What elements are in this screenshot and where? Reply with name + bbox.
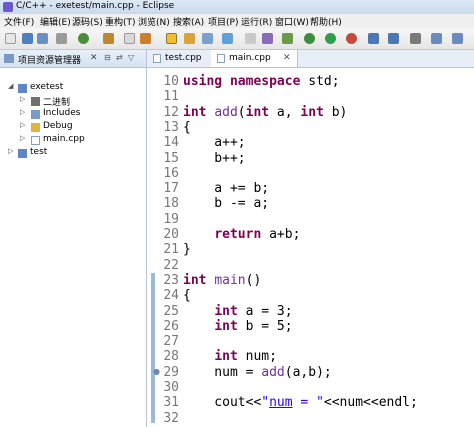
- tree-item-includes[interactable]: ▷ Includes: [20, 108, 138, 121]
- code-text[interactable]: int add(int a, int b): [183, 103, 347, 122]
- open-type-icon[interactable]: [140, 33, 151, 44]
- edit-icon[interactable]: [184, 33, 195, 44]
- last-edit-icon[interactable]: [410, 33, 421, 44]
- menu-edit[interactable]: 编辑(E): [40, 15, 71, 28]
- tree-item-label: 二进制: [43, 98, 71, 108]
- editor-tab-bar: test.cpp main.cpp ✕: [147, 50, 474, 68]
- collapsed-arrow-icon[interactable]: ▷: [20, 95, 25, 103]
- menu-help[interactable]: 帮助(H): [310, 15, 342, 28]
- save-all-icon[interactable]: [37, 33, 48, 44]
- code-text[interactable]: int b = 5;: [183, 317, 292, 336]
- folder-icon: [31, 123, 40, 132]
- coverage-icon[interactable]: [282, 33, 293, 44]
- tab-label: main.cpp: [229, 53, 271, 63]
- tree-item-label: Includes: [43, 108, 81, 118]
- collapse-all-icon[interactable]: ⊟: [104, 53, 111, 62]
- tab-test-cpp[interactable]: test.cpp: [147, 50, 212, 67]
- cpp-file-icon: [217, 54, 225, 63]
- line-number: 32: [163, 410, 179, 426]
- debug-config-icon[interactable]: [103, 33, 114, 44]
- project-folder-icon: [18, 149, 27, 158]
- build-icon[interactable]: [78, 33, 89, 44]
- stop-icon[interactable]: [346, 33, 357, 44]
- code-text[interactable]: b++;: [183, 149, 245, 168]
- menu-file[interactable]: 文件(F): [4, 15, 34, 28]
- run-icon[interactable]: [325, 33, 336, 44]
- eclipse-icon: [3, 2, 13, 12]
- menu-source[interactable]: 源码(S): [72, 15, 103, 28]
- tree-item-test[interactable]: ▷ test: [8, 147, 138, 160]
- window-title: C/C++ - exetest/main.cpp - Eclipse: [16, 1, 175, 11]
- code-text[interactable]: num = add(a,b);: [183, 363, 331, 382]
- back-icon[interactable]: [368, 33, 379, 44]
- new-icon[interactable]: [5, 33, 16, 44]
- cpp-file-icon: [31, 136, 40, 145]
- link-editor-icon[interactable]: ⇄: [116, 53, 123, 62]
- project-explorer-tab[interactable]: 项目资源管理器 ✕ ⊟ ⇄ ▽: [0, 50, 146, 68]
- menu-navigate[interactable]: 浏览(N): [138, 15, 170, 28]
- code-text[interactable]: cout<<"num = "<<num<<endl;: [183, 393, 418, 412]
- print-icon[interactable]: [56, 33, 67, 44]
- next-annotation-icon[interactable]: [452, 33, 463, 44]
- toggle-mark-icon[interactable]: [202, 33, 213, 44]
- menu-refactor[interactable]: 重构(T): [105, 15, 136, 28]
- expanded-arrow-icon[interactable]: ◢: [8, 82, 13, 90]
- project-explorer: 项目资源管理器 ✕ ⊟ ⇄ ▽ ◢ exetest ▷ 二进制 ▷ Includ…: [0, 50, 147, 427]
- menu-project[interactable]: 项目(P): [208, 15, 238, 28]
- code-text[interactable]: return a+b;: [183, 225, 300, 244]
- external-tools-icon[interactable]: [245, 33, 256, 44]
- collapsed-arrow-icon[interactable]: ▷: [20, 108, 25, 116]
- code-text[interactable]: using namespace std;: [183, 72, 340, 91]
- menu-bar: 文件(F) 编辑(E) 源码(S) 重构(T) 浏览(N) 搜索(A) 项目(P…: [0, 14, 474, 28]
- tree-item-label: test: [30, 147, 48, 157]
- close-view-icon[interactable]: ✕: [90, 53, 98, 63]
- save-icon[interactable]: [22, 33, 33, 44]
- tree-item-main-cpp[interactable]: ▷ main.cpp: [20, 134, 138, 147]
- profile-icon[interactable]: [262, 33, 273, 44]
- tree-item-binaries[interactable]: ▷ 二进制: [20, 95, 138, 108]
- binaries-icon: [31, 97, 40, 106]
- menu-window[interactable]: 窗口(W): [275, 15, 309, 28]
- code-text[interactable]: b -= a;: [183, 194, 269, 213]
- search-icon[interactable]: [222, 33, 233, 44]
- project-folder-icon: [18, 84, 27, 93]
- explorer-icon: [4, 54, 14, 63]
- cpp-file-icon: [153, 54, 161, 63]
- highlight-toggle-icon[interactable]: [166, 33, 177, 44]
- view-menu-icon[interactable]: ▽: [128, 53, 134, 62]
- collapsed-arrow-icon[interactable]: ▷: [20, 121, 25, 129]
- project-explorer-title: 项目资源管理器: [18, 56, 82, 66]
- tab-main-cpp[interactable]: main.cpp ✕: [211, 50, 298, 67]
- forward-icon[interactable]: [388, 33, 399, 44]
- scope-indicator: [151, 273, 155, 423]
- close-tab-icon[interactable]: ✕: [283, 53, 291, 63]
- tree-item-label: Debug: [43, 121, 73, 131]
- collapsed-arrow-icon[interactable]: ▷: [8, 147, 13, 155]
- code-text[interactable]: }: [183, 240, 191, 259]
- menu-run[interactable]: 运行(R): [241, 15, 272, 28]
- code-editor[interactable]: ● 10 using namespace std; 11 12 int add(int …: [147, 68, 474, 427]
- new-class-icon[interactable]: [124, 33, 135, 44]
- collapsed-arrow-icon[interactable]: ▷: [20, 134, 25, 142]
- includes-icon: [31, 110, 40, 119]
- title-bar: C/C++ - exetest/main.cpp - Eclipse: [0, 0, 474, 14]
- menu-search[interactable]: 搜索(A): [173, 15, 204, 28]
- tree-item-label: exetest: [30, 82, 64, 92]
- debug-icon[interactable]: [304, 33, 315, 44]
- code-text[interactable]: int main(): [183, 271, 261, 290]
- tab-label: test.cpp: [165, 53, 202, 63]
- toolbar: [0, 28, 474, 50]
- tree-item-debug[interactable]: ▷ Debug: [20, 121, 138, 134]
- previous-annotation-icon[interactable]: [431, 33, 442, 44]
- tree-item-label: main.cpp: [43, 134, 85, 144]
- tree-item-exetest[interactable]: ◢ exetest: [8, 82, 138, 95]
